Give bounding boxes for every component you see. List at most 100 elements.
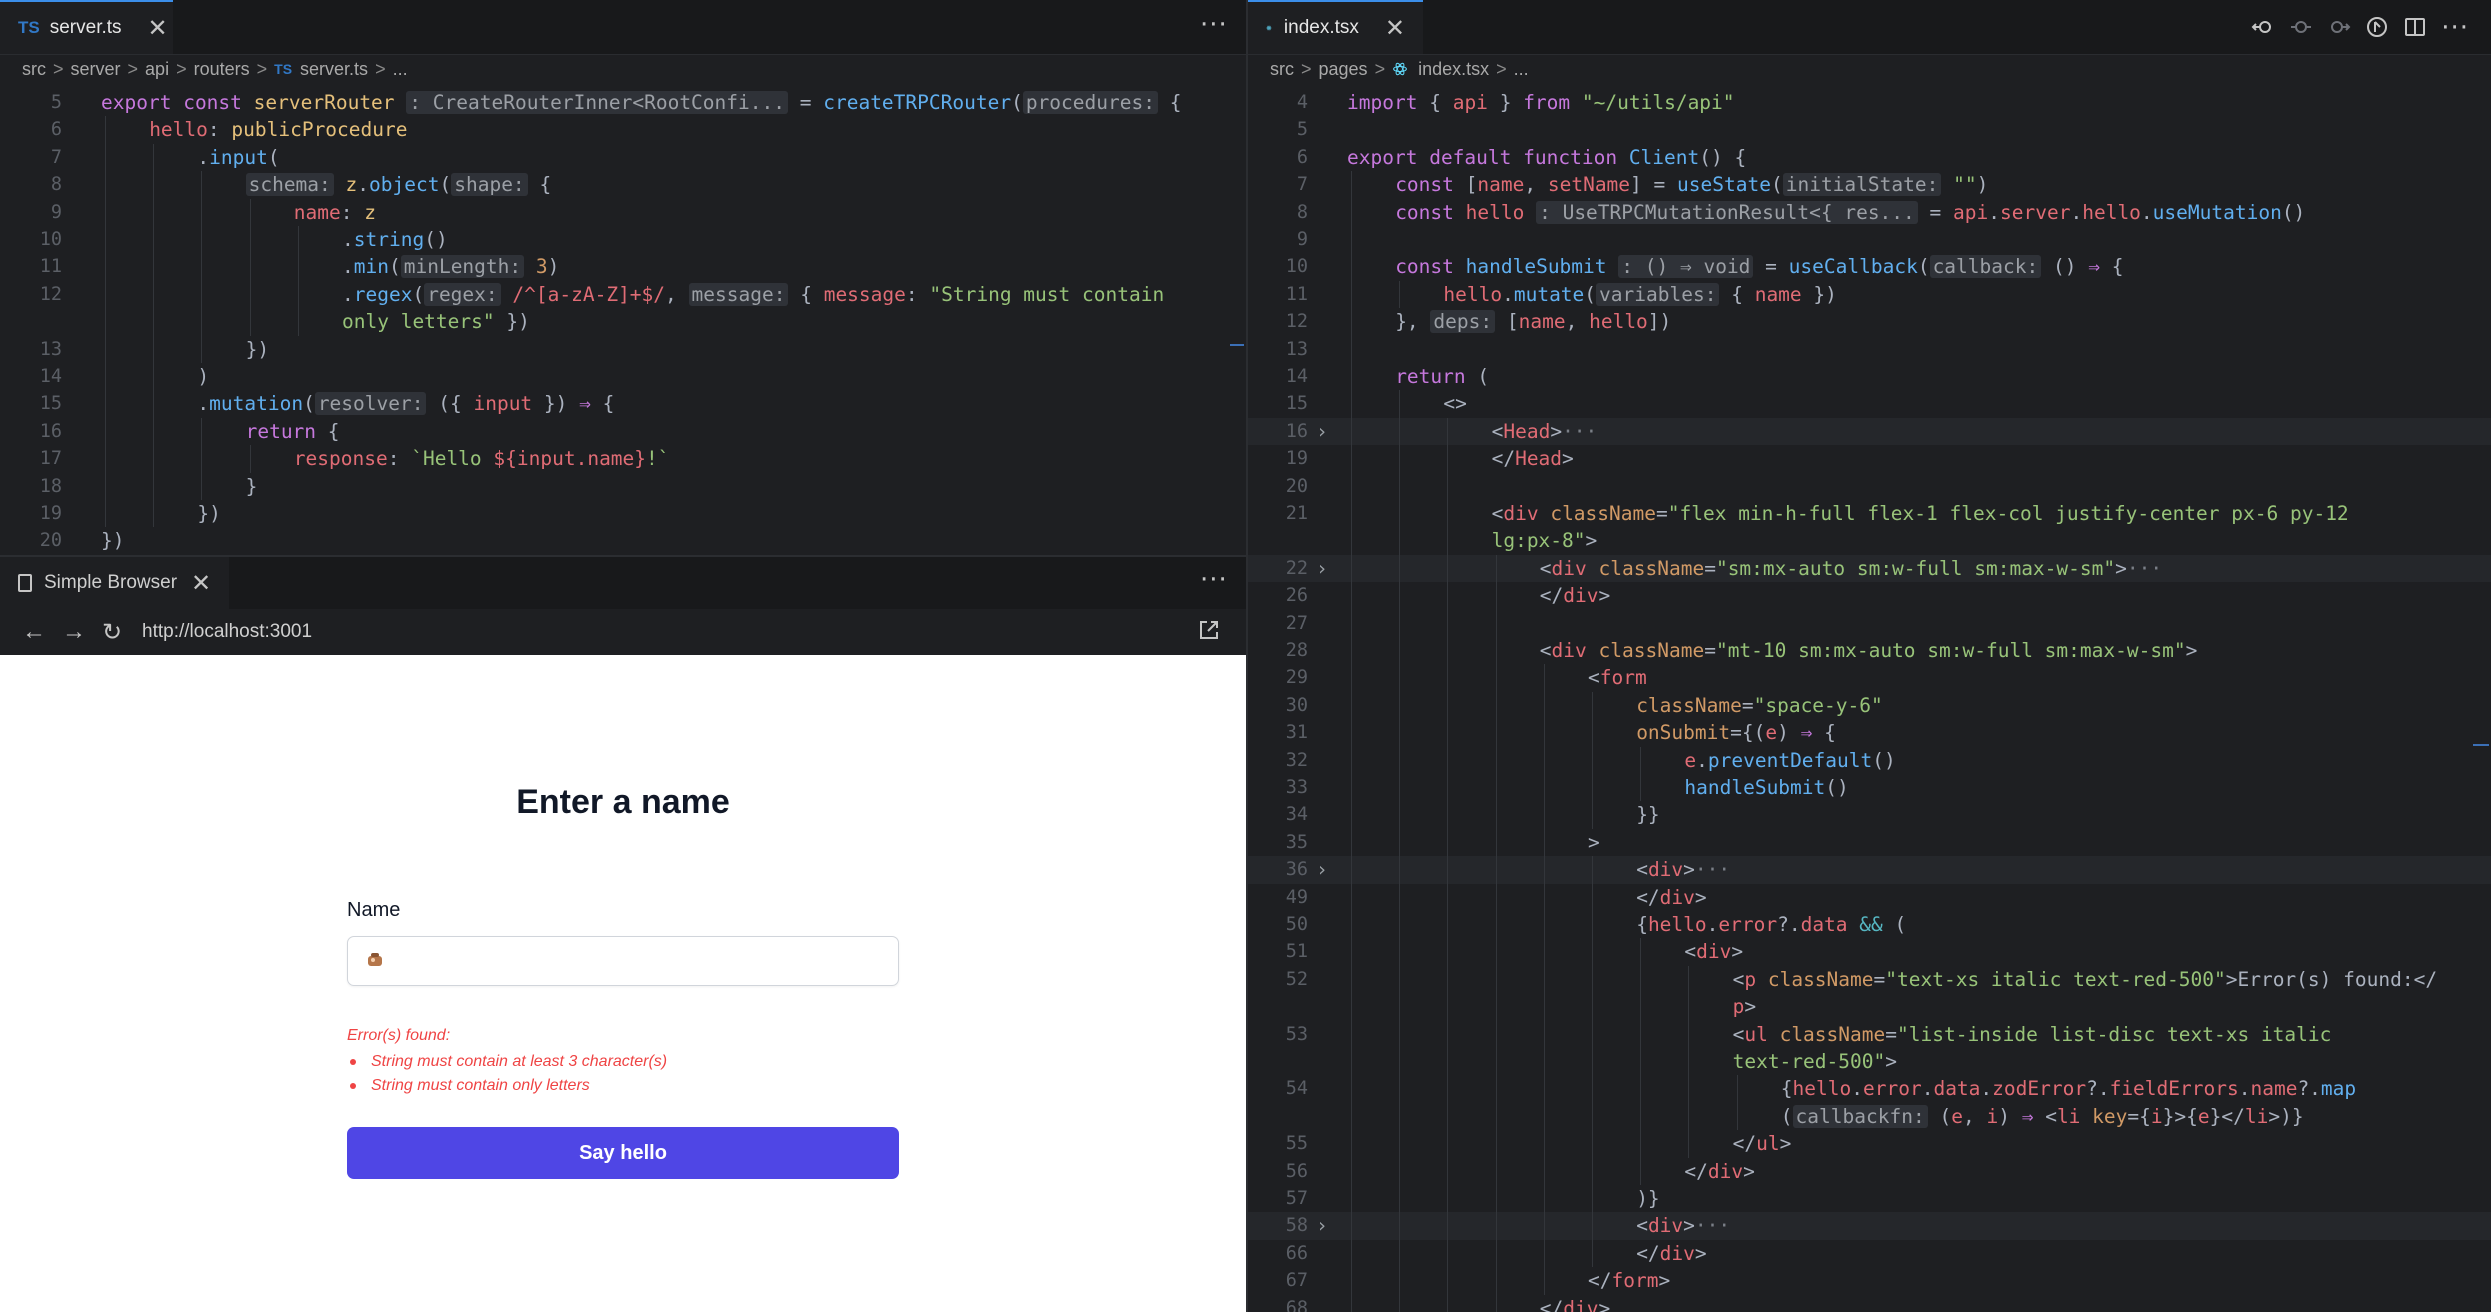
code-line[interactable]: 20}): [0, 527, 1246, 554]
git-compare-icon[interactable]: [2289, 15, 2313, 39]
breadcrumb-item[interactable]: server: [71, 59, 121, 80]
code-line[interactable]: 52 <p className="text-xs italic text-red-…: [1248, 965, 2491, 994]
code-line[interactable]: 35 >: [1248, 828, 2491, 857]
code-line[interactable]: 7 .input(: [0, 143, 1246, 172]
code-line[interactable]: 19 </Head>: [1248, 445, 2491, 473]
code-line[interactable]: 15 .mutation(resolver: ({ input }) ⇒ {: [0, 390, 1246, 418]
code-line[interactable]: 49 </div>: [1248, 883, 2491, 911]
code-line[interactable]: 13: [1248, 335, 2491, 363]
code-line[interactable]: 31 onSubmit={(e) ⇒ {: [1248, 719, 2491, 747]
code-area[interactable]: 5 export const serverRouter : CreateRoute…: [0, 89, 1246, 555]
fold-chevron-icon[interactable]: ›: [1316, 856, 1328, 883]
tab-index-tsx[interactable]: index.tsx ✕: [1248, 0, 1423, 54]
code-line[interactable]: 7 const [name, setName] = useState(initia…: [1248, 171, 2491, 199]
code-line[interactable]: text-red-500">: [1248, 1048, 2491, 1076]
code-line[interactable]: 54 {hello.error.data.zodError?.fieldError…: [1248, 1075, 2491, 1103]
code-line[interactable]: 10 .string(): [0, 226, 1246, 254]
breadcrumb-item[interactable]: ...: [393, 59, 408, 80]
code-line[interactable]: 13}): [0, 335, 1246, 363]
indent-guide: [153, 198, 155, 226]
close-icon[interactable]: ✕: [1385, 16, 1405, 40]
code-line[interactable]: 12 .regex(regex: /^[a-zA-Z]+$/, message: …: [0, 280, 1246, 309]
code-line[interactable]: 26 </div>: [1248, 582, 2491, 610]
forward-icon[interactable]: →: [62, 618, 86, 646]
code-line[interactable]: 5: [1248, 116, 2491, 143]
code-line[interactable]: 27: [1248, 609, 2491, 637]
code-line[interactable]: 33 handleSubmit(): [1248, 774, 2491, 802]
breadcrumb-item[interactable]: routers: [194, 59, 250, 80]
code-line[interactable]: 16 return {: [0, 417, 1246, 446]
breadcrumb-item[interactable]: server.ts: [300, 59, 368, 80]
name-input[interactable]: [347, 936, 899, 986]
code-line[interactable]: 9 name: z: [0, 198, 1246, 226]
code-line[interactable]: 16 › <Head>···: [1248, 417, 2491, 446]
code-line[interactable]: lg:px-8">: [1248, 527, 2491, 555]
code-line[interactable]: 11 .min(minLength: 3): [0, 253, 1246, 281]
code-line[interactable]: 6 export default function Client() {: [1248, 144, 2491, 171]
more-icon[interactable]: ···: [2441, 15, 2469, 41]
breadcrumb-item[interactable]: src: [22, 59, 46, 80]
code-line[interactable]: 4 import { api } from "~/utils/api": [1248, 89, 2491, 116]
code-line[interactable]: 14): [0, 363, 1246, 391]
code-line[interactable]: 34}}: [1248, 801, 2491, 829]
code-line[interactable]: 19}): [0, 500, 1246, 528]
breadcrumb-item[interactable]: pages: [1319, 59, 1368, 80]
url-input[interactable]: http://localhost:3001: [142, 621, 312, 643]
code-line[interactable]: p>: [1248, 993, 2491, 1021]
go-back-icon[interactable]: [2251, 15, 2275, 39]
code-line[interactable]: 67 </form>: [1248, 1267, 2491, 1295]
more-icon[interactable]: ···: [1200, 12, 1228, 38]
code-line[interactable]: 29 <form: [1248, 664, 2491, 692]
code-line[interactable]: 10 const handleSubmit : () ⇒ void = useCa…: [1248, 253, 2491, 281]
code-line[interactable]: 55 </ul>: [1248, 1130, 2491, 1158]
say-hello-button[interactable]: Say hello: [347, 1127, 899, 1179]
code-line[interactable]: 58 › <div>···: [1248, 1212, 2491, 1240]
code-line[interactable]: 30 className="space-y-6": [1248, 691, 2491, 720]
split-editor-icon[interactable]: [2403, 15, 2427, 39]
code-line[interactable]: 17 response: `Hello ${input.name}!`: [0, 445, 1246, 473]
code-line[interactable]: (callbackfn: (e, i) ⇒ <li key={i}>{e}</l…: [1248, 1102, 2491, 1131]
code-line[interactable]: 8 schema: z.object(shape: {: [0, 171, 1246, 199]
code-line[interactable]: 28 <div className="mt-10 sm:mx-auto sm:w-…: [1248, 637, 2491, 665]
code-line[interactable]: 8 const hello : UseTRPCMutationResult<{ r…: [1248, 198, 2491, 226]
code-line[interactable]: 51 <div>: [1248, 938, 2491, 966]
tab-server-ts[interactable]: TS server.ts ✕: [0, 0, 173, 54]
code-line[interactable]: 11 hello.mutate(variables: { name }): [1248, 280, 2491, 309]
code-line[interactable]: 50 {hello.error?.data && (: [1248, 911, 2491, 939]
code-line[interactable]: 53 <ul className="list-inside list-disc t…: [1248, 1020, 2491, 1048]
code-line[interactable]: only letters" }): [0, 308, 1246, 336]
close-icon[interactable]: ✕: [148, 16, 168, 40]
fold-chevron-icon[interactable]: ›: [1316, 555, 1328, 582]
code-line[interactable]: 36 › <div>···: [1248, 856, 2491, 884]
code-line[interactable]: 5 export const serverRouter : CreateRoute…: [0, 89, 1246, 116]
close-icon[interactable]: ✕: [191, 569, 211, 597]
breadcrumb-item[interactable]: api: [145, 59, 169, 80]
code-line[interactable]: 68 </div>: [1248, 1294, 2491, 1312]
breadcrumb-item[interactable]: ...: [1514, 59, 1529, 80]
breadcrumb-item[interactable]: index.tsx: [1418, 59, 1489, 80]
open-external-icon[interactable]: [1198, 619, 1220, 641]
go-forward-icon[interactable]: [2327, 15, 2351, 39]
back-icon[interactable]: ←: [22, 618, 46, 646]
code-line[interactable]: 9: [1248, 226, 2491, 254]
code-line[interactable]: 57)}: [1248, 1185, 2491, 1213]
fold-chevron-icon[interactable]: ›: [1316, 1212, 1328, 1239]
code-line[interactable]: 56 </div>: [1248, 1157, 2491, 1185]
code-line[interactable]: 22 › <div className="sm:mx-auto sm:w-full …: [1248, 554, 2491, 583]
more-icon[interactable]: ···: [1200, 567, 1228, 593]
code-line[interactable]: 20: [1248, 472, 2491, 500]
code-line[interactable]: 14 return (: [1248, 363, 2491, 391]
code-area[interactable]: 4 import { api } from "~/utils/api" 5 6 expo…: [1248, 89, 2491, 1312]
code-line[interactable]: 18}: [0, 472, 1246, 500]
code-line[interactable]: 15 <>: [1248, 390, 2491, 418]
code-line[interactable]: 12}, deps: [name, hello]): [1248, 308, 2491, 336]
code-line[interactable]: 6 hello: publicProcedure: [0, 116, 1246, 144]
open-changes-icon[interactable]: [2365, 15, 2389, 39]
breadcrumb-item[interactable]: src: [1270, 59, 1294, 80]
code-line[interactable]: 32 e.preventDefault(): [1248, 746, 2491, 774]
code-line[interactable]: 66 </div>: [1248, 1239, 2491, 1268]
code-line[interactable]: 21 <div className="flex min-h-full flex-1…: [1248, 500, 2491, 528]
fold-chevron-icon[interactable]: ›: [1316, 418, 1328, 445]
tab-simple-browser[interactable]: Simple Browser ✕: [0, 557, 230, 609]
reload-icon[interactable]: ↻: [102, 618, 122, 647]
